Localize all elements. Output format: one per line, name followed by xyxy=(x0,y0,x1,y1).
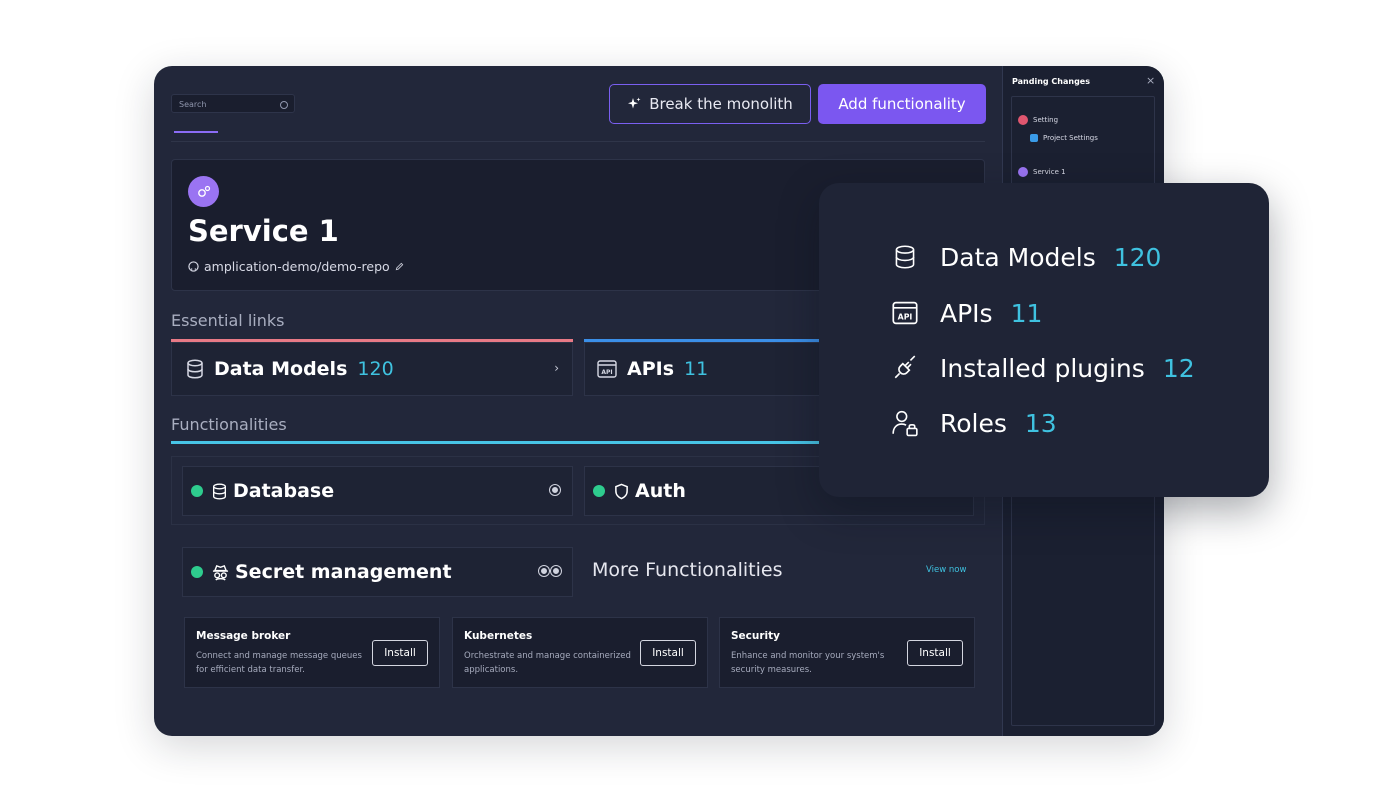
install-card-kubernetes: Kubernetes Orchestrate and manage contai… xyxy=(452,617,708,688)
plug-icon xyxy=(894,355,916,379)
pencil-icon[interactable] xyxy=(395,262,404,271)
summary-popup: Data Models 120 API APIs 11 Installed pl… xyxy=(819,183,1269,497)
install-card-message-broker: Message broker Connect and manage messag… xyxy=(184,617,440,688)
functionality-secret-management[interactable]: Secret management xyxy=(182,547,573,597)
popup-row-count: 13 xyxy=(1024,408,1057,438)
header-divider xyxy=(171,141,985,142)
functionality-label: Database xyxy=(233,480,335,502)
data-models-link[interactable]: Data Models 120 › xyxy=(171,339,573,396)
break-monolith-button[interactable]: Break the monolith xyxy=(609,84,811,124)
add-functionality-label: Add functionality xyxy=(838,95,966,113)
active-tab-indicator xyxy=(174,131,218,133)
apis-count: 11 xyxy=(684,358,709,380)
pending-item-label: Setting xyxy=(1033,116,1059,124)
shield-icon xyxy=(615,483,628,499)
popup-row-label: Installed plugins xyxy=(940,353,1145,383)
api-icon: API xyxy=(892,301,918,325)
functionality-label: Auth xyxy=(635,480,686,502)
break-monolith-label: Break the monolith xyxy=(649,95,793,113)
popup-row-roles[interactable]: Roles 13 xyxy=(891,406,1057,440)
database-icon xyxy=(187,359,203,379)
install-card-title: Message broker xyxy=(196,630,291,642)
functionality-database[interactable]: Database xyxy=(182,466,573,516)
functionalities-heading: Functionalities xyxy=(171,415,287,434)
svg-text:API: API xyxy=(601,369,612,376)
data-models-label: Data Models xyxy=(214,358,348,380)
popup-row-installed-plugins[interactable]: Installed plugins 12 xyxy=(891,351,1195,385)
popup-row-apis[interactable]: API APIs 11 xyxy=(891,296,1042,330)
install-button[interactable]: Install xyxy=(640,640,696,666)
pending-item-setting[interactable]: Setting xyxy=(1018,115,1058,125)
sparkle-icon xyxy=(628,97,641,109)
service-avatar xyxy=(188,176,219,207)
api-icon: API xyxy=(597,360,617,378)
github-icon xyxy=(188,261,199,272)
install-button[interactable]: Install xyxy=(907,640,963,666)
status-dot xyxy=(191,485,203,497)
status-dot xyxy=(191,566,203,578)
repo-name: amplication-demo/demo-repo xyxy=(204,259,390,274)
install-card-desc: Orchestrate and manage containerized app… xyxy=(464,651,631,675)
database-icon xyxy=(213,483,226,500)
data-models-count: 120 xyxy=(357,358,394,380)
popup-row-count: 11 xyxy=(1010,298,1043,328)
essential-links-heading: Essential links xyxy=(171,311,285,330)
popup-row-data-models[interactable]: Data Models 120 xyxy=(891,240,1161,274)
apis-label: APIs xyxy=(627,358,675,380)
popup-row-label: Roles xyxy=(940,408,1007,438)
search-placeholder: Search xyxy=(179,100,207,109)
pending-item-label: Service 1 xyxy=(1033,168,1066,176)
more-functionalities-title: More Functionalities xyxy=(592,559,783,581)
install-card-desc: Connect and manage message queues for ef… xyxy=(196,651,362,675)
service-title: Service 1 xyxy=(188,214,339,248)
view-now-link[interactable]: View now xyxy=(926,565,966,575)
popup-row-count: 120 xyxy=(1113,242,1162,272)
setting-icon xyxy=(1018,115,1028,125)
data-models-accent-bar xyxy=(171,339,573,342)
chevron-right-icon: › xyxy=(554,361,559,375)
install-button[interactable]: Install xyxy=(372,640,428,666)
pending-item-service[interactable]: Service 1 xyxy=(1018,167,1066,177)
service-icon xyxy=(1018,167,1028,177)
popup-row-label: APIs xyxy=(940,298,993,328)
user-lock-icon xyxy=(892,410,918,437)
functionality-label: Secret management xyxy=(235,561,452,583)
install-card-title: Kubernetes xyxy=(464,630,533,642)
search-icon xyxy=(280,101,288,109)
settings-icon[interactable] xyxy=(550,485,560,495)
install-card-title: Security xyxy=(731,630,781,642)
pending-item-project-settings[interactable]: Project Settings xyxy=(1030,134,1098,142)
pending-changes-title: Panding Changes xyxy=(1012,77,1090,86)
install-card-security: Security Enhance and monitor your system… xyxy=(719,617,975,688)
popup-row-count: 12 xyxy=(1162,353,1195,383)
functionalities-accent-bar xyxy=(171,441,841,444)
svg-text:API: API xyxy=(898,313,913,322)
install-card-desc: Enhance and monitor your system's securi… xyxy=(731,651,885,675)
settings-icon[interactable] xyxy=(551,566,561,576)
search-input[interactable]: Search xyxy=(171,94,295,113)
gears-icon xyxy=(197,185,210,197)
status-dot xyxy=(593,485,605,497)
popup-row-label: Data Models xyxy=(940,242,1096,272)
close-icon[interactable]: × xyxy=(1146,74,1155,87)
database-icon xyxy=(895,245,915,269)
spy-icon xyxy=(212,564,229,581)
service-repo[interactable]: amplication-demo/demo-repo xyxy=(188,259,404,274)
project-settings-icon xyxy=(1030,134,1038,142)
pending-item-label: Project Settings xyxy=(1043,134,1098,142)
settings-icon[interactable] xyxy=(539,566,549,576)
add-functionality-button[interactable]: Add functionality xyxy=(818,84,986,124)
